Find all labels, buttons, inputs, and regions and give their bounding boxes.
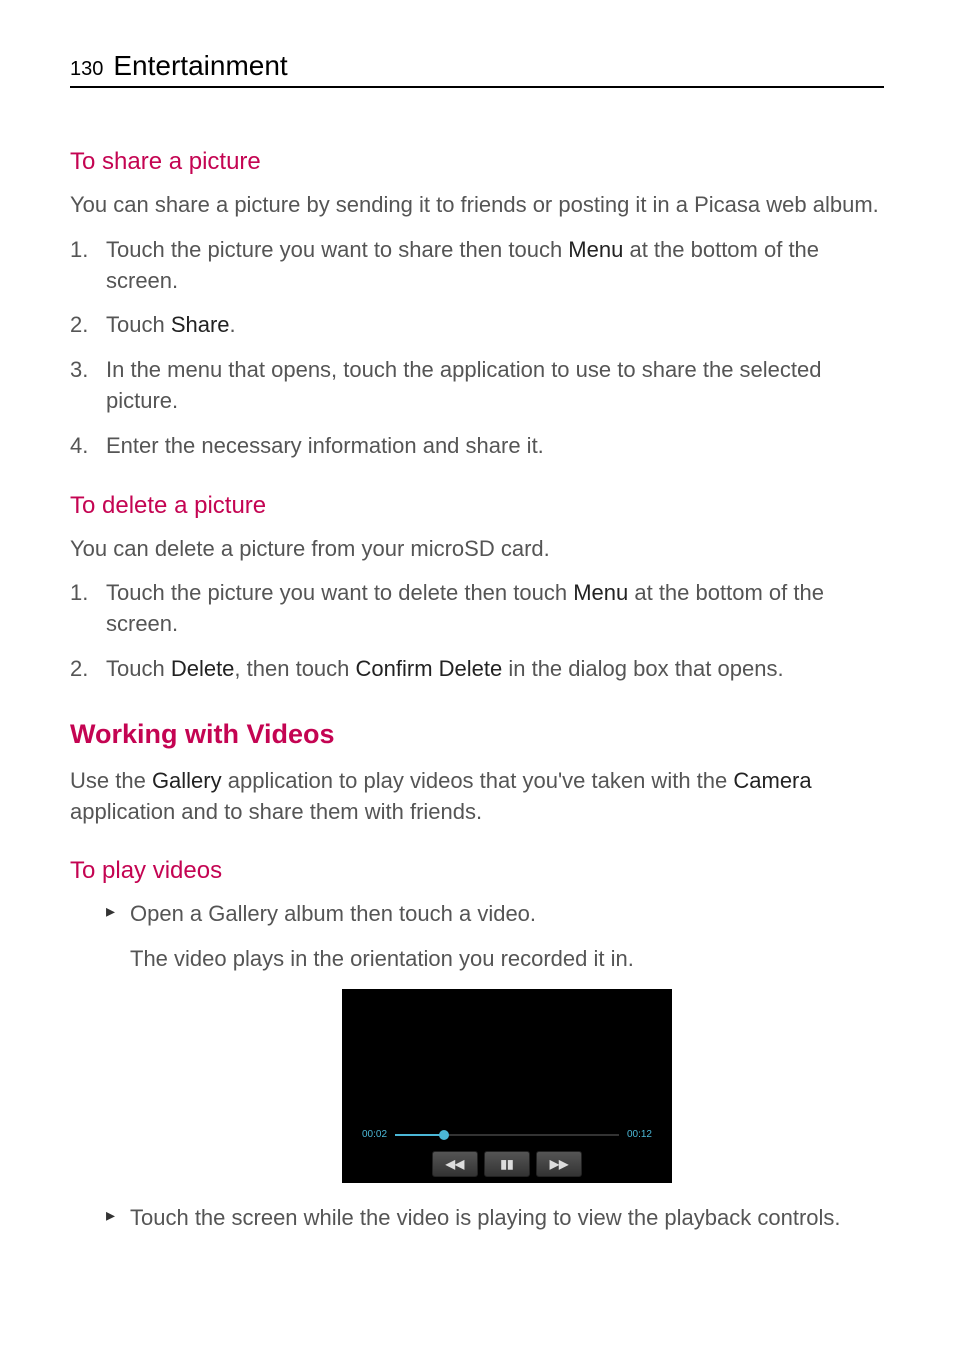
rewind-icon: ◀◀: [446, 1156, 464, 1173]
heading-working-with-videos: Working with Videos: [70, 719, 884, 750]
step-delete-2: Touch Delete, then touch Confirm Delete …: [70, 654, 884, 685]
step-share-3: In the menu that opens, touch the applic…: [70, 355, 884, 417]
steps-share-picture: Touch the picture you want to share then…: [70, 235, 884, 462]
rewind-button[interactable]: ◀◀: [432, 1151, 478, 1177]
confirm-delete-label: Confirm Delete: [356, 656, 503, 681]
forward-icon: ▶▶: [550, 1156, 568, 1173]
bullet-touch-screen: Touch the screen while the video is play…: [106, 1203, 884, 1234]
page-header: 130 Entertainment: [70, 50, 884, 88]
elapsed-time-label: 00:02: [362, 1128, 387, 1142]
menu-label: Menu: [568, 237, 623, 262]
pause-icon: ▮▮: [500, 1156, 513, 1173]
delete-label: Delete: [171, 656, 235, 681]
video-controls-bar: 00:02 00:12 ◀◀ ▮▮: [342, 1123, 672, 1183]
progress-thumb[interactable]: [439, 1130, 449, 1140]
intro-working-with-videos: Use the Gallery application to play vide…: [70, 766, 884, 828]
share-label: Share: [171, 312, 230, 337]
intro-share-picture: You can share a picture by sending it to…: [70, 190, 884, 221]
text: application and to share them with frien…: [70, 799, 482, 824]
page-number: 130: [70, 58, 103, 81]
text: application to play videos that you've t…: [222, 768, 734, 793]
text: .: [230, 312, 236, 337]
gallery-label: Gallery: [152, 768, 222, 793]
playback-button-row: ◀◀ ▮▮ ▶▶: [342, 1151, 672, 1177]
bullet-list-play-videos: Open a Gallery album then touch a video.…: [70, 899, 884, 1233]
menu-label: Menu: [573, 580, 628, 605]
intro-delete-picture: You can delete a picture from your micro…: [70, 534, 884, 565]
bullet-sub-orientation: The video plays in the orientation you r…: [130, 944, 884, 975]
text: Touch the screen while the video is play…: [130, 1205, 841, 1230]
camera-label: Camera: [733, 768, 811, 793]
heading-share-picture: To share a picture: [70, 148, 884, 176]
step-share-4: Enter the necessary information and shar…: [70, 431, 884, 462]
heading-delete-picture: To delete a picture: [70, 492, 884, 520]
text: Use the: [70, 768, 152, 793]
progress-slider[interactable]: [395, 1134, 619, 1136]
progress-fill: [395, 1134, 444, 1136]
pause-button[interactable]: ▮▮: [484, 1151, 530, 1177]
steps-delete-picture: Touch the picture you want to delete the…: [70, 578, 884, 684]
chapter-title: Entertainment: [113, 50, 287, 82]
forward-button[interactable]: ▶▶: [536, 1151, 582, 1177]
bullet-open-gallery: Open a Gallery album then touch a video.…: [106, 899, 884, 1183]
text: Touch: [106, 656, 171, 681]
step-share-1: Touch the picture you want to share then…: [70, 235, 884, 297]
text: in the dialog box that opens.: [502, 656, 783, 681]
text: Touch the picture you want to share then…: [106, 237, 568, 262]
text: Open a Gallery album then touch a video.: [130, 901, 536, 926]
text: Touch the picture you want to delete the…: [106, 580, 573, 605]
step-share-2: Touch Share.: [70, 310, 884, 341]
duration-time-label: 00:12: [627, 1128, 652, 1142]
progress-row: 00:02 00:12: [342, 1123, 672, 1147]
step-delete-1: Touch the picture you want to delete the…: [70, 578, 884, 640]
heading-to-play-videos: To play videos: [70, 857, 884, 885]
text: , then touch: [234, 656, 355, 681]
video-player-screenshot: 00:02 00:12 ◀◀ ▮▮: [342, 989, 672, 1183]
text: Touch: [106, 312, 171, 337]
